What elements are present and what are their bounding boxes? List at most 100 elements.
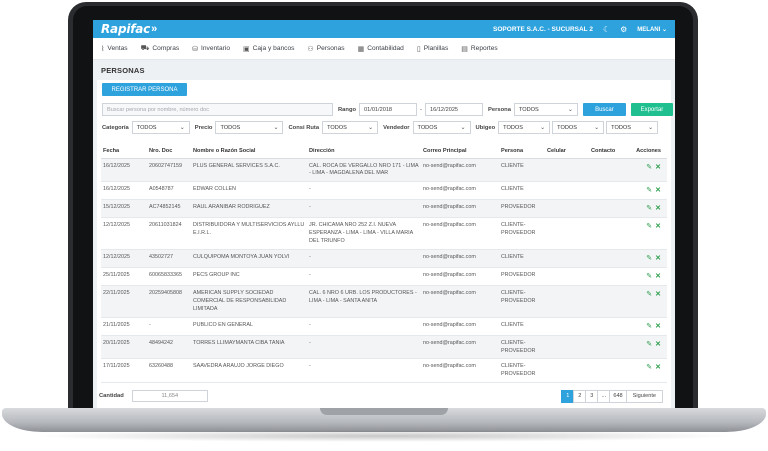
search-button[interactable]: Buscar [582,103,626,116]
cell-acciones: ✎ ✕ [629,217,667,250]
app-screen: Rapifac » SOPORTE S.A.C. - SUCURSAL 2 ☾ … [93,20,675,408]
next-page-button[interactable]: Siguiente [625,389,663,403]
cell-acciones: ✎ ✕ [629,181,667,201]
menu-item-reportes[interactable]: ▤ Reportes [461,45,497,53]
close-icon[interactable]: ✕ [655,273,661,280]
close-icon[interactable]: ✕ [655,205,661,212]
pencil-icon[interactable]: ✎ [646,255,652,262]
column-header[interactable]: Fecha [101,144,147,159]
pencil-icon[interactable]: ✎ [646,341,652,348]
consi-ruta-select[interactable]: TODOS ⌄ [322,121,379,134]
cell-direccion: - [307,249,421,269]
ubigeo-province-select[interactable]: TODOS ⌄ [552,121,605,134]
pencil-icon[interactable]: ✎ [646,205,652,212]
moon-icon[interactable]: ☾ [603,25,610,34]
pencil-icon[interactable]: ✎ [646,291,652,298]
column-header[interactable]: Nro. Doc [147,144,191,159]
pencil-icon[interactable]: ✎ [646,323,652,330]
close-icon[interactable]: ✕ [655,291,661,298]
menu-item-inventario[interactable]: ⛁ Inventario [192,45,230,53]
cell-nombre: PECS GROUP INC [191,267,307,287]
cell-correo: no-send@rapifac.com [421,181,499,201]
column-header[interactable]: Contacto [589,144,629,159]
cell-persona: CLIENTE-PROVEEDOR [499,217,545,250]
pencil-icon[interactable]: ✎ [646,223,652,230]
close-icon[interactable]: ✕ [655,255,661,262]
date-from-input[interactable]: 01/01/2018 [359,103,418,116]
menu-item-ventas[interactable]: ⌇ Ventas [101,45,128,53]
chevron-down-icon: ⌄ [648,125,654,131]
categoria-select[interactable]: TODOS ⌄ [131,121,190,134]
close-icon[interactable]: ✕ [655,323,661,330]
cell-contacto [589,199,629,219]
pencil-icon[interactable]: ✎ [646,273,652,280]
cell-persona: CLIENTE [499,317,545,336]
table-row[interactable]: 25/11/2025 60065833365 PECS GROUP INC - no-s… [101,267,667,287]
cell-acciones: ✎ ✕ [629,158,667,183]
ubigeo-department-select[interactable]: TODOS ⌄ [498,121,551,134]
menu-item-contabilidad[interactable]: ▦ Contabilidad [358,45,404,53]
close-icon[interactable]: ✕ [655,223,661,230]
cell-correo: no-send@rapifac.com [421,217,499,250]
gear-icon[interactable]: ⚙ [620,25,627,34]
column-header[interactable]: Celular [545,144,589,159]
select-value: TODOS [417,124,438,131]
menu-item-personas[interactable]: ⚇ Personas [307,45,344,53]
table-row[interactable]: 20/11/2025 48494242 TORRES LLIMAYMANTA CIB… [101,335,667,360]
search-input[interactable]: Buscar persona por nombre, número doc [102,103,333,116]
select-value: TODOS [327,124,347,131]
cell-fecha: 20/11/2025 [101,335,147,360]
close-icon[interactable]: ✕ [655,341,661,348]
table-row[interactable]: 22/11/2025 20259405808 AMERICAN SUPPLY SOC… [101,285,667,318]
column-header[interactable]: Dirección [307,144,421,159]
select-value: TODOS [220,124,241,131]
date-separator: - [420,106,423,113]
cell-acciones: ✎ ✕ [629,285,667,318]
pencil-icon[interactable]: ✎ [646,364,652,371]
column-header[interactable]: Persona [499,144,545,159]
table-row[interactable]: 17/11/2025 63260488 SAAVEDRA ARAUJO JORGE … [101,358,667,384]
cell-celular [545,249,589,269]
ubigeo-district-select[interactable]: TODOS ⌄ [606,121,659,134]
close-icon[interactable]: ✕ [655,164,661,171]
cell-persona: CLIENTE [499,249,545,269]
menu-item-caja-bancos[interactable]: ▣ Caja y bancos [243,45,294,53]
cell-correo: no-send@rapifac.com [421,317,499,336]
cell-persona: CLIENTE [499,158,545,183]
pencil-icon[interactable]: ✎ [646,187,652,194]
column-header[interactable]: Nombre o Razón Social [191,144,307,159]
cart-icon: ⛟ [140,45,150,52]
table-row[interactable]: 21/11/2025- PUBLICO EN GENERAL - no-send@ra… [101,317,667,336]
table-row[interactable]: 16/12/2025 A0548787 EDWAR COLLEN - no-send@r… [101,181,667,201]
close-icon[interactable]: ✕ [655,364,661,371]
app-logo[interactable]: Rapifac [101,22,150,36]
menu-item-compras[interactable]: ⛟ Compras [141,44,180,53]
persona-select[interactable]: TODOS ⌄ [513,103,578,116]
table-row[interactable]: 12/12/2025 20611031824 DISTRIBUIDORA Y MUL… [101,217,667,250]
pencil-icon[interactable]: ✎ [646,164,652,171]
table-row[interactable]: 16/12/2025 20602747159 PLUS GENERAL SERVIC… [101,158,667,183]
menu-label: Reportes [470,45,498,52]
cell-contacto [589,217,629,250]
table-row[interactable]: 12/12/2025 43502727 CULQUIPOMA MONTOYA JUA… [101,249,667,269]
logo-chevrons-icon: » [151,23,158,35]
vendedor-select[interactable]: TODOS ⌄ [412,121,471,134]
report-icon: ▤ [461,45,468,53]
column-header[interactable]: Correo Principal [421,144,499,159]
register-person-button[interactable]: REGISTRAR PERSONA [102,83,187,96]
date-to-input[interactable]: 16/12/2025 [425,103,484,116]
table-row[interactable]: 15/12/2025 AC74852145 RAUL ARANIBAR RODRIG… [101,199,667,219]
user-menu[interactable]: MELANI ⌄ [637,26,667,33]
close-icon[interactable]: ✕ [655,187,661,194]
cell-correo: no-send@rapifac.com [421,285,499,318]
company-selector[interactable]: SOPORTE S.A.C. - SUCURSAL 2 [493,26,593,33]
export-button[interactable]: Exportar [630,103,673,116]
column-header: Acciones [629,144,667,159]
menu-item-planillas[interactable]: ▯ Planillas [417,45,448,53]
page-button-last[interactable]: 648 [609,389,627,403]
chevron-down-icon: ⌄ [460,125,466,131]
cell-fecha: 22/11/2025 [101,285,147,318]
chevron-down-icon: ⌄ [368,125,374,131]
precio-select[interactable]: TODOS ⌄ [215,121,284,134]
cell-fecha: 17/11/2025 [101,358,147,384]
